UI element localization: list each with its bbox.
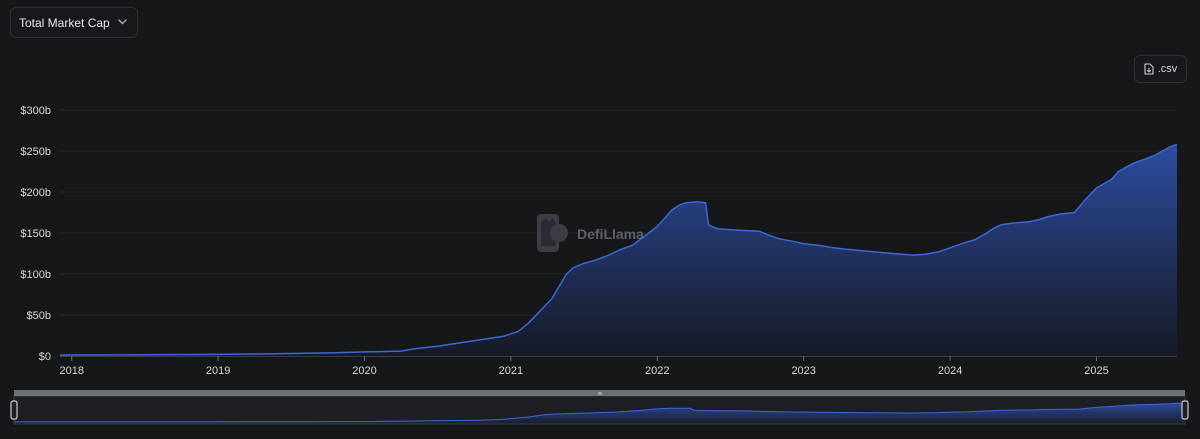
x-tick-label: 2018: [59, 365, 83, 377]
watermark-text: DefiLlama: [577, 226, 644, 242]
x-tick-label: 2021: [499, 365, 523, 377]
x-tick-label: 2022: [645, 365, 669, 377]
x-tick-label: 2024: [938, 365, 962, 377]
zoom-slider[interactable]: ≡: [10, 390, 1189, 425]
y-tick-label: $100b: [20, 269, 51, 281]
chart-panel: Total Market Cap .csv DefiLlama $0 $50b …: [0, 0, 1200, 439]
market-cap-chart: DefiLlama $0 $50b $100b $150b $200b $250b $300…: [10, 105, 1189, 425]
grip-icon: ≡: [597, 391, 602, 398]
x-tick-label: 2019: [206, 365, 230, 377]
x-tick-label: 2023: [791, 365, 815, 377]
y-tick-label: $150b: [20, 228, 51, 240]
zoom-handle[interactable]: [10, 400, 18, 420]
y-tick-label: $300b: [20, 105, 51, 117]
y-tick-label: $200b: [20, 187, 51, 199]
x-tick-label: 2020: [352, 365, 376, 377]
x-tick-label: 2025: [1084, 365, 1108, 377]
llama-logo-icon: [537, 214, 568, 252]
y-tick-label: $50b: [27, 310, 51, 322]
y-tick-label: $250b: [20, 146, 51, 158]
zoom-handle[interactable]: [1181, 400, 1189, 420]
y-tick-label: $0: [39, 351, 51, 363]
